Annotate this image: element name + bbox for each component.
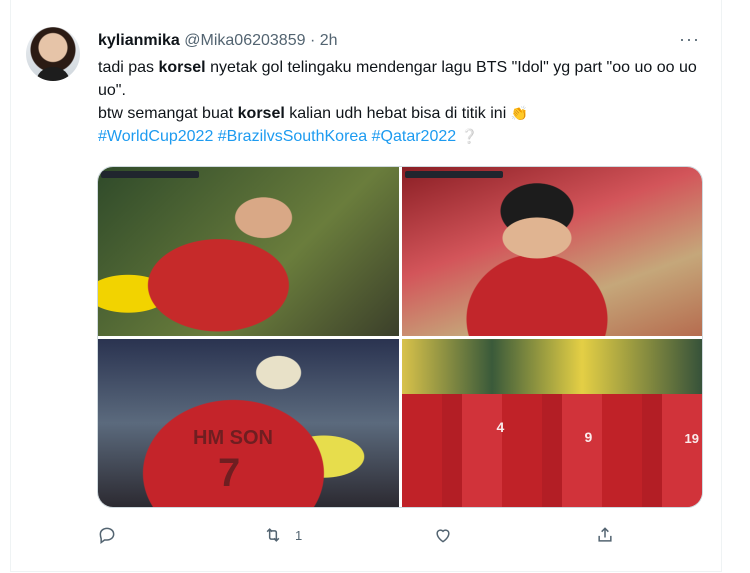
display-name[interactable]: kylianmika — [98, 32, 180, 49]
media-grid: HM SON 7 4 9 19 — [97, 166, 703, 508]
tweet-line-1: tadi pas korsel nyetak gol telingaku men… — [98, 56, 708, 102]
jersey-number: 19 — [684, 430, 699, 446]
photo-team-lineup[interactable]: 4 9 19 — [401, 338, 702, 507]
clap-emoji-icon: 👏 — [510, 105, 529, 121]
jersey-number: 9 — [584, 428, 593, 445]
avatar-shirt — [36, 67, 70, 81]
avatar[interactable] — [26, 27, 80, 81]
more-options-icon[interactable]: ··· — [679, 30, 700, 48]
heart-icon — [436, 529, 450, 543]
text-segment: tadi pas — [98, 59, 159, 76]
text-segment: btw semangat buat — [98, 105, 238, 122]
retweet-count: 1 — [295, 527, 303, 543]
tweet-actions: 1 — [97, 520, 697, 550]
retweet-button[interactable]: 1 — [263, 520, 302, 550]
tweet-line-2: btw semangat buat korsel kalian udh heba… — [98, 102, 708, 125]
handle[interactable]: @Mika06203859 — [184, 32, 305, 49]
timestamp[interactable]: 2h — [320, 32, 338, 49]
reply-button[interactable] — [97, 520, 129, 550]
share-icon — [598, 527, 612, 542]
photo-players-hugging[interactable] — [98, 167, 399, 336]
separator: · — [305, 32, 320, 49]
retweet-icon — [266, 528, 280, 542]
tweet-card[interactable]: kylianmika @Mika06203859 · 2h ··· tadi p… — [10, 0, 722, 572]
score-bug — [404, 171, 503, 178]
hashtag-links[interactable]: #WorldCup2022 #BrazilvsSouthKorea #Qatar… — [98, 128, 456, 145]
bold-keyword: korsel — [158, 59, 206, 76]
share-button[interactable] — [595, 520, 615, 550]
photo-fan-cheering[interactable] — [401, 167, 702, 336]
like-button[interactable] — [433, 520, 465, 550]
bold-keyword: korsel — [237, 105, 285, 122]
photo-son-embrace[interactable]: HM SON 7 — [98, 338, 399, 507]
jersey-number: 4 — [496, 418, 505, 435]
tweet-line-3: #WorldCup2022 #BrazilvsSouthKorea #Qatar… — [98, 125, 708, 148]
question-emoji-icon: ❔ — [460, 128, 479, 144]
tweet-header: kylianmika @Mika06203859 · 2h — [98, 31, 338, 51]
tweet-body: tadi pas korsel nyetak gol telingaku men… — [98, 56, 708, 148]
jersey-name: HM SON — [193, 426, 273, 449]
score-bug — [101, 171, 199, 178]
reply-icon — [99, 527, 115, 544]
text-segment: kalian udh hebat bisa di titik ini — [284, 105, 507, 122]
jersey-number: 7 — [218, 450, 241, 495]
